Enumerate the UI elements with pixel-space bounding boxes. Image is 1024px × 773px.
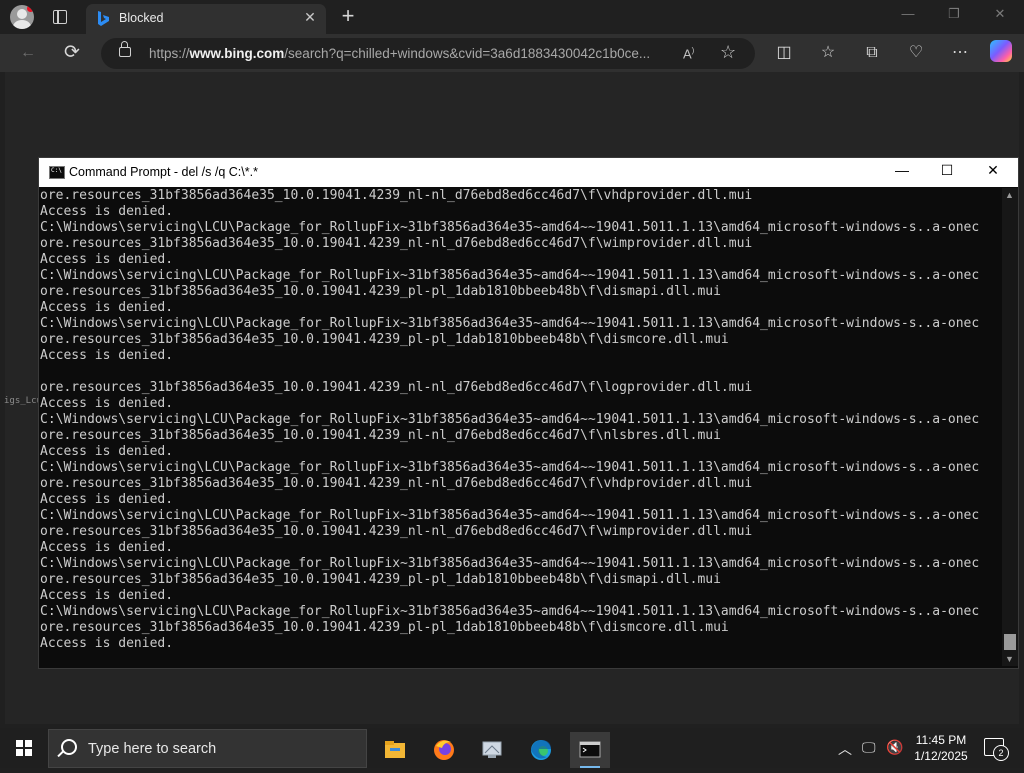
notification-center-icon[interactable]: 2 — [984, 738, 1009, 761]
chevron-up-icon[interactable]: ︿ — [838, 739, 852, 759]
console-line: Access is denied. — [40, 204, 174, 219]
more-icon[interactable]: ⋯ — [948, 41, 972, 65]
console-line: Access is denied. — [40, 444, 174, 459]
console-line: Access is denied. — [40, 300, 174, 315]
address-bar[interactable]: https://www.bing.com/search?q=chilled+wi… — [101, 38, 755, 69]
scroll-down-arrow-icon[interactable]: ▼ — [1005, 654, 1014, 664]
taskbar-clock[interactable]: 11:45 PM 1/12/2025 — [908, 732, 974, 764]
console-line: ore.resources_31bf3856ad364e35_10.0.1904… — [40, 428, 721, 443]
console-line: Access is denied. — [40, 492, 174, 507]
console-line: C:\Windows\servicing\LCU\Package_for_Rol… — [40, 412, 980, 427]
console-line: ore.resources_31bf3856ad364e35_10.0.1904… — [40, 188, 753, 203]
background-text-fragment: igs_Lcu — [4, 396, 42, 406]
scrollbar-thumb[interactable] — [1004, 634, 1016, 650]
volume-muted-icon[interactable]: 🔇 — [886, 739, 903, 756]
network-icon[interactable]: 🖵 — [862, 739, 876, 756]
console-line: C:\Windows\servicing\LCU\Package_for_Rol… — [40, 604, 980, 619]
taskbar-search-box[interactable]: Type here to search — [48, 729, 367, 768]
back-arrow-icon[interactable]: ← — [16, 41, 40, 65]
console-line: C:\Windows\servicing\LCU\Package_for_Rol… — [40, 556, 980, 571]
taskbar: Type here to search ︿ 🖵 🔇 11:45 PM 1/12/… — [0, 728, 1024, 768]
clock-date: 1/12/2025 — [914, 749, 968, 763]
refresh-icon[interactable]: ⟳ — [60, 41, 84, 65]
favorites-icon[interactable]: ☆ — [816, 41, 840, 65]
search-placeholder: Type here to search — [88, 741, 217, 757]
console-line: ore.resources_31bf3856ad364e35_10.0.1904… — [40, 236, 753, 251]
split-screen-icon[interactable]: ◫ — [772, 41, 796, 65]
search-icon — [61, 739, 77, 755]
collections-icon[interactable]: ⧉ — [860, 41, 884, 65]
console-line: C:\Windows\servicing\LCU\Package_for_Rol… — [40, 508, 980, 523]
console-line: Access is denied. — [40, 252, 174, 267]
lock-icon[interactable] — [119, 41, 131, 57]
tab-title: Blocked — [119, 11, 164, 25]
browser-tab-bar: Blocked ✕ + — ❐ ✕ — [0, 0, 1024, 34]
cmd-title-bar[interactable]: Command Prompt - del /s /q C:\*.* — ☐ ✕ — [39, 158, 1018, 187]
edge-icon[interactable] — [521, 732, 561, 768]
read-aloud-icon[interactable]: A) — [683, 46, 694, 61]
scroll-up-arrow-icon[interactable]: ▲ — [1005, 190, 1014, 200]
console-line: ore.resources_31bf3856ad364e35_10.0.1904… — [40, 380, 753, 395]
bing-logo-icon — [98, 11, 109, 26]
console-line: Access is denied. — [40, 636, 174, 651]
cmd-title: Command Prompt - del /s /q C:\*.* — [69, 165, 258, 179]
console-line: Access is denied. — [40, 348, 174, 363]
profile-alert-dot — [27, 5, 34, 12]
window-minimize-button[interactable]: — — [898, 6, 918, 21]
console-line: C:\Windows\servicing\LCU\Package_for_Rol… — [40, 220, 980, 235]
console-line: ore.resources_31bf3856ad364e35_10.0.1904… — [40, 620, 729, 635]
windows-start-icon[interactable] — [16, 740, 32, 756]
plus-icon[interactable]: + — [338, 4, 358, 28]
console-line: ore.resources_31bf3856ad364e35_10.0.1904… — [40, 524, 753, 539]
console-line: Access is denied. — [40, 396, 174, 411]
command-prompt-icon[interactable] — [570, 732, 610, 768]
tab-close-icon[interactable]: ✕ — [302, 9, 318, 26]
console-line: ore.resources_31bf3856ad364e35_10.0.1904… — [40, 476, 753, 491]
star-icon[interactable]: ☆ — [720, 42, 736, 63]
console-line: Access is denied. — [40, 588, 174, 603]
console-line: C:\Windows\servicing\LCU\Package_for_Rol… — [40, 268, 980, 283]
console-line: C:\Windows\servicing\LCU\Package_for_Rol… — [40, 460, 980, 475]
clock-time: 11:45 PM — [915, 733, 967, 747]
firefox-icon[interactable] — [424, 732, 464, 768]
console-output[interactable]: ore.resources_31bf3856ad364e35_10.0.1904… — [40, 188, 1000, 664]
remote-desktop-icon[interactable] — [472, 732, 512, 768]
window-restore-button[interactable]: ❐ — [944, 6, 964, 22]
file-explorer-icon[interactable] — [375, 732, 415, 768]
cmd-app-icon — [49, 166, 65, 179]
command-prompt-window[interactable]: Command Prompt - del /s /q C:\*.* — ☐ ✕ … — [38, 157, 1019, 669]
cmd-minimize-button[interactable]: — — [887, 162, 917, 178]
tab-actions-icon[interactable] — [53, 10, 67, 24]
window-close-button[interactable]: ✕ — [990, 6, 1010, 22]
heart-pulse-icon[interactable]: ♡ — [904, 41, 928, 65]
cmd-maximize-button[interactable]: ☐ — [932, 162, 962, 179]
profile-avatar-icon[interactable] — [10, 5, 34, 29]
console-line: ore.resources_31bf3856ad364e35_10.0.1904… — [40, 284, 721, 299]
console-line: C:\Windows\servicing\LCU\Package_for_Rol… — [40, 316, 980, 331]
cmd-close-button[interactable]: ✕ — [978, 162, 1008, 179]
console-scrollbar[interactable]: ▲ ▼ — [1002, 188, 1018, 666]
console-line: ore.resources_31bf3856ad364e35_10.0.1904… — [40, 572, 721, 587]
address-url[interactable]: https://www.bing.com/search?q=chilled+wi… — [149, 46, 674, 61]
browser-tab-active[interactable]: Blocked ✕ — [86, 4, 326, 34]
console-line: ore.resources_31bf3856ad364e35_10.0.1904… — [40, 332, 729, 347]
notification-count-badge: 2 — [993, 745, 1009, 761]
copilot-icon[interactable] — [990, 40, 1012, 62]
browser-toolbar: ← ⟳ https://www.bing.com/search?q=chille… — [0, 34, 1024, 72]
console-line: Access is denied. — [40, 540, 174, 555]
